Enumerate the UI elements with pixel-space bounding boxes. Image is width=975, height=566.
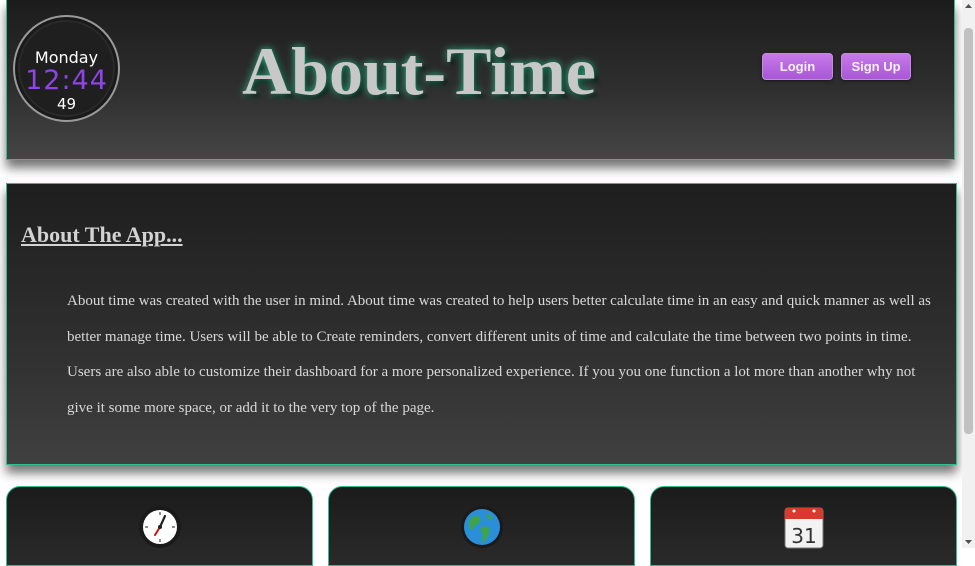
- login-button[interactable]: Login: [762, 53, 833, 80]
- scroll-down-arrow-icon[interactable]: [962, 536, 975, 548]
- digital-clock-widget: Monday 12:44 49: [15, 17, 118, 120]
- about-description: About time was created with the user in …: [67, 293, 931, 416]
- site-title: About-Time: [242, 33, 596, 109]
- page: Monday 12:44 49 About-Time Login Sign Up…: [0, 0, 962, 566]
- scroll-up-arrow-icon[interactable]: [962, 0, 975, 12]
- site-header: Monday 12:44 49 About-Time Login Sign Up: [6, 0, 955, 160]
- calendar-day-number: 31: [791, 524, 816, 548]
- about-section: About The App... About time was created …: [6, 183, 957, 465]
- clock-seconds: 49: [56, 95, 77, 113]
- vertical-scrollbar[interactable]: [962, 0, 975, 548]
- scrollbar-thumb[interactable]: [964, 28, 973, 434]
- about-heading: About The App...: [21, 222, 183, 247]
- globe-icon: [460, 506, 503, 548]
- clock-time: 12:44: [25, 65, 108, 96]
- feature-card-clock[interactable]: [6, 486, 313, 566]
- calendar-icon: 31: [784, 507, 823, 549]
- signup-button[interactable]: Sign Up: [841, 53, 911, 80]
- clock-icon: [138, 506, 181, 548]
- feature-card-calendar[interactable]: 31: [650, 486, 957, 566]
- feature-card-globe[interactable]: [328, 486, 635, 566]
